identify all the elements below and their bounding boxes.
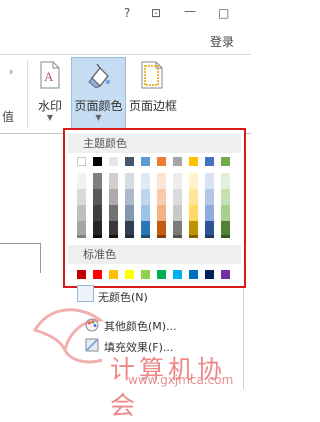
theme-colors-header: 主题颜色 [68,134,241,153]
theme-shade-swatch[interactable] [109,221,118,235]
standard-color-swatch[interactable] [125,270,134,279]
login-link[interactable]: 登录 [210,33,234,50]
theme-shade-swatch[interactable] [205,235,214,238]
theme-shade-swatch[interactable] [173,189,182,205]
maximize-button[interactable]: □ [218,6,229,20]
theme-color-swatch[interactable] [141,157,150,166]
help-button[interactable]: ? [124,6,130,20]
theme-shade-swatch[interactable] [141,173,150,189]
theme-shade-swatch[interactable] [93,235,102,238]
theme-shade-swatch[interactable] [77,235,86,238]
minimize-button[interactable]: — [184,4,196,18]
theme-shade-swatch[interactable] [125,221,134,235]
theme-shade-swatch[interactable] [189,189,198,205]
theme-shade-swatch[interactable] [157,205,166,221]
theme-shade-swatch[interactable] [141,189,150,205]
theme-shade-swatch[interactable] [125,205,134,221]
standard-color-swatch[interactable] [109,270,118,279]
theme-color-swatch[interactable] [205,157,214,166]
theme-shade-swatch[interactable] [125,189,134,205]
theme-shade-swatch[interactable] [221,221,230,235]
theme-color-swatch[interactable] [109,157,118,166]
theme-shade-swatch[interactable] [189,235,198,238]
chevron-down-icon: ▼ [46,113,54,122]
standard-color-swatch[interactable] [205,270,214,279]
standard-color-swatch[interactable] [173,270,182,279]
theme-shade-swatch[interactable] [157,235,166,238]
theme-shade-swatch[interactable] [109,173,118,189]
chevron-down-icon: ▼ [95,113,102,122]
theme-shade-swatch[interactable] [173,173,182,189]
theme-color-swatch[interactable] [189,157,198,166]
theme-shade-swatch[interactable] [157,173,166,189]
theme-color-swatch[interactable] [93,157,102,166]
page-color-dropdown: 主题颜色 标准色 无颜色(N) [63,128,246,304]
theme-shade-swatch[interactable] [205,173,214,189]
standard-color-swatch[interactable] [77,270,86,279]
theme-shade-swatch[interactable] [141,205,150,221]
ribbon-partial-label: 值 [2,110,15,124]
theme-shade-swatch[interactable] [77,221,86,235]
theme-color-swatch[interactable] [77,157,86,166]
document-margin-line [0,243,40,244]
theme-shade-swatch[interactable] [77,205,86,221]
page-color-label: 页面颜色 [74,99,123,113]
standard-colors-header: 标准色 [68,245,241,264]
theme-shade-swatch[interactable] [125,235,134,238]
theme-shade-swatch[interactable] [109,235,118,238]
watermark-label: 水印 [37,99,62,113]
more-colors-option[interactable]: 其他颜色(M)... [104,318,177,334]
theme-shade-swatch[interactable] [77,189,86,205]
theme-shade-swatch[interactable] [205,221,214,235]
watermark-button[interactable]: A 水印 ▼ [31,57,69,129]
theme-shade-swatch[interactable] [77,173,86,189]
theme-shade-swatch[interactable] [157,221,166,235]
page-border-icon [141,61,163,89]
theme-color-swatch[interactable] [125,157,134,166]
standard-color-swatch[interactable] [141,270,150,279]
theme-shade-swatch[interactable] [173,235,182,238]
standard-color-swatch[interactable] [221,270,230,279]
theme-color-swatch[interactable] [221,157,230,166]
standard-color-swatch[interactable] [157,270,166,279]
theme-shade-swatch[interactable] [189,173,198,189]
theme-color-swatch[interactable] [157,157,166,166]
theme-shade-swatch[interactable] [141,235,150,238]
scroll-left-icon[interactable]: › [9,65,13,78]
theme-shade-swatch[interactable] [173,205,182,221]
theme-shade-swatch[interactable] [93,221,102,235]
page-border-label: 页面边框 [128,99,177,113]
page-border-button[interactable]: 页面边框 [127,57,179,129]
svg-text:A: A [44,69,54,84]
theme-shade-swatch[interactable] [221,189,230,205]
theme-shade-swatch[interactable] [189,221,198,235]
theme-shade-swatch[interactable] [93,189,102,205]
paint-bucket-icon [88,63,110,89]
theme-color-swatch[interactable] [173,157,182,166]
theme-shade-swatch[interactable] [157,189,166,205]
theme-shade-swatch[interactable] [125,173,134,189]
theme-shade-swatch[interactable] [221,205,230,221]
theme-shade-swatch[interactable] [109,189,118,205]
document-margin-line [40,243,41,273]
theme-shade-swatch[interactable] [205,189,214,205]
theme-shade-swatch[interactable] [93,205,102,221]
standard-color-swatch[interactable] [93,270,102,279]
theme-shade-swatch[interactable] [189,205,198,221]
site-logo-watermark [32,308,105,364]
theme-shade-swatch[interactable] [221,235,230,238]
theme-shade-swatch[interactable] [141,221,150,235]
site-watermark-url: www.gxjmca.com [128,373,234,387]
theme-shade-swatch[interactable] [93,173,102,189]
standard-color-swatch[interactable] [189,270,198,279]
theme-shade-swatch[interactable] [221,173,230,189]
theme-shade-swatch[interactable] [205,205,214,221]
page-color-button[interactable]: 页面颜色 ▼ [71,57,126,129]
ribbon-group-separator [27,60,28,128]
watermark-icon: A [40,61,60,89]
theme-shade-swatch[interactable] [109,205,118,221]
theme-shade-swatch[interactable] [173,221,182,235]
ribbon-display-options-icon[interactable]: ⊡ [151,6,161,20]
